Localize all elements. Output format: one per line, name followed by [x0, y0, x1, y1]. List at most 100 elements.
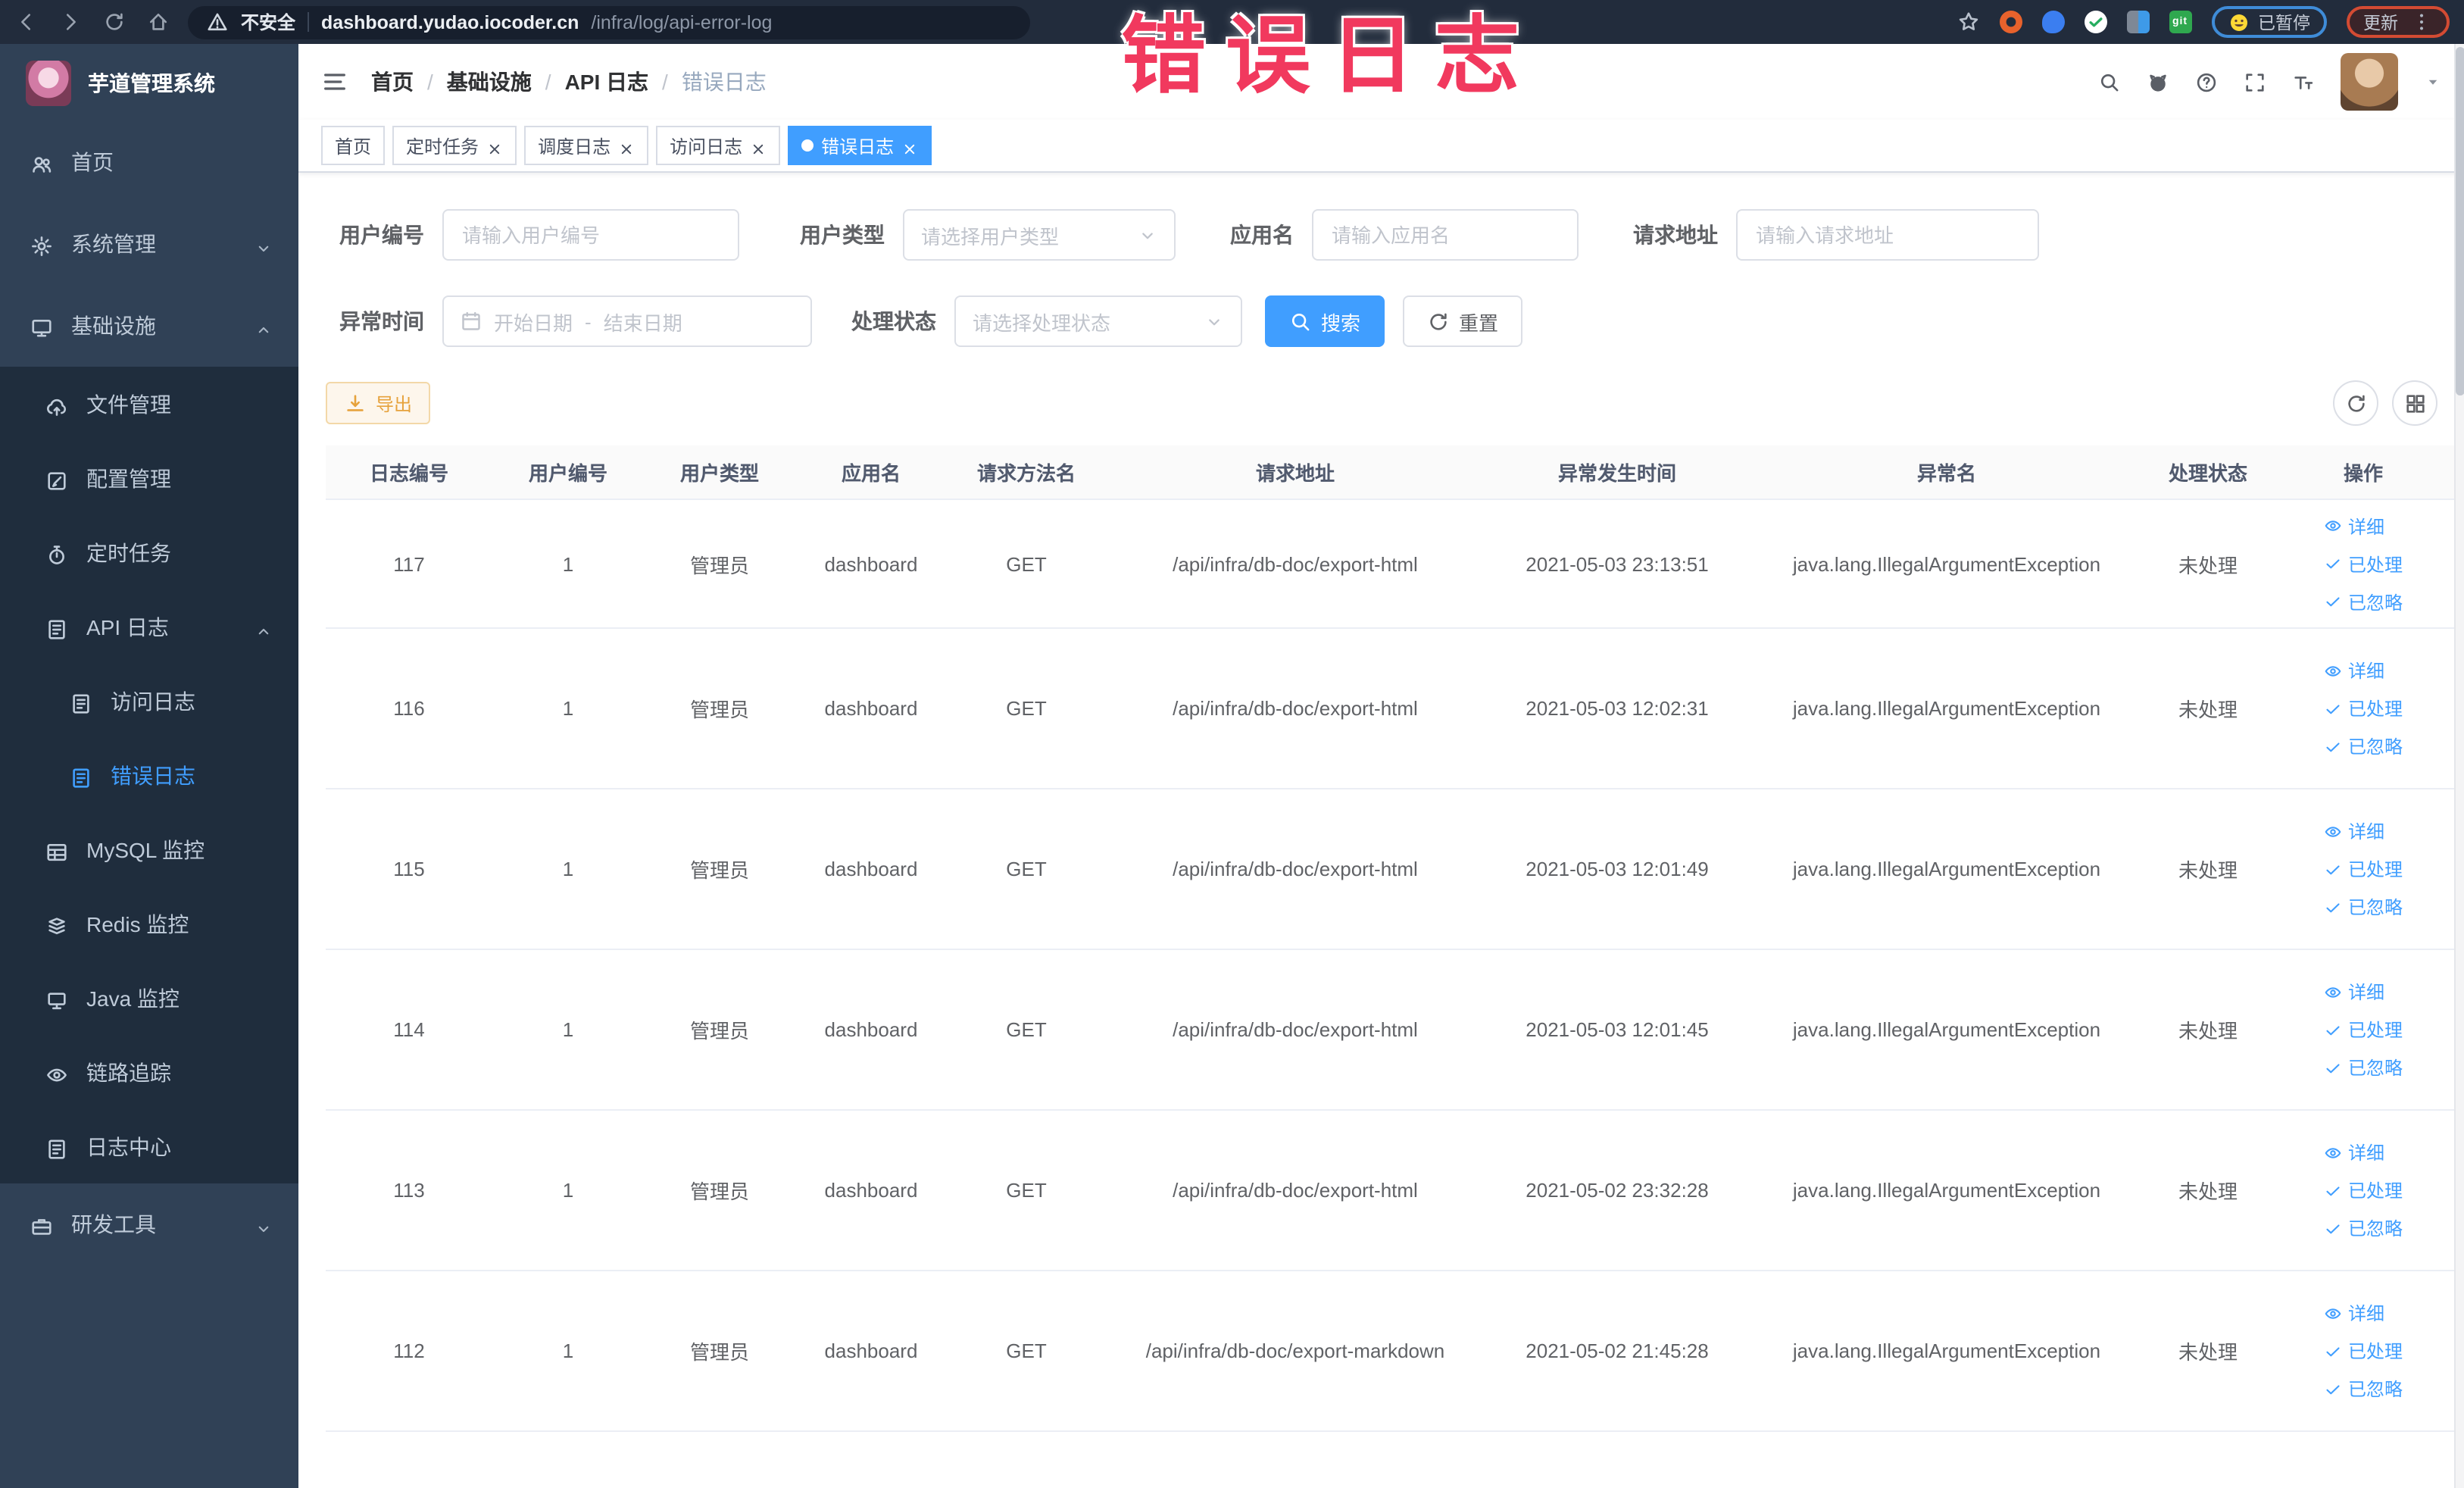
font-size-icon[interactable] [2292, 70, 2315, 93]
sidebar-logo[interactable]: 芋道管理系统 [0, 44, 298, 121]
extension-orange-icon[interactable] [1999, 11, 2022, 33]
home-icon[interactable] [147, 11, 170, 33]
main-area: 首页 / 基础设施 / API 日志 / 错误日志 首页 定时任务 调度日志 访问日志 错误日志 用… [298, 44, 2464, 1488]
sidebar-item-7[interactable]: 访问日志 [0, 664, 298, 738]
chevron-down-icon[interactable] [2424, 73, 2442, 91]
browser-menu-icon[interactable] [2410, 11, 2433, 33]
forward-icon[interactable] [59, 11, 82, 33]
detail-link[interactable]: 详细 [2324, 1300, 2384, 1326]
processed-link[interactable]: 已处理 [2324, 696, 2403, 721]
processed-link[interactable]: 已处理 [2324, 1338, 2403, 1364]
breadcrumb-item-2[interactable]: API 日志 [565, 67, 648, 97]
export-button[interactable]: 导出 [326, 382, 431, 424]
tab-4[interactable]: 错误日志 [788, 126, 932, 165]
column-settings-button[interactable] [2392, 380, 2437, 426]
tab-1[interactable]: 定时任务 [392, 126, 517, 165]
tab-3[interactable]: 访问日志 [656, 126, 781, 165]
sidebar-item-6[interactable]: API 日志 [0, 589, 298, 664]
back-icon[interactable] [15, 11, 38, 33]
detail-link[interactable]: 详细 [2324, 979, 2384, 1005]
emoji-face-icon [2229, 13, 2247, 31]
sidebar-item-10[interactable]: Redis 监控 [0, 886, 298, 961]
ignored-link[interactable]: 已忽略 [2324, 1055, 2403, 1080]
sidebar-item-8[interactable]: 错误日志 [0, 738, 298, 812]
sidebar-item-1[interactable]: 系统管理 [0, 203, 298, 285]
close-icon[interactable] [618, 137, 635, 154]
page-scrollbar[interactable] [2454, 44, 2464, 1488]
close-icon[interactable] [901, 137, 918, 154]
sidebar-item-5[interactable]: 定时任务 [0, 515, 298, 589]
request-url-label: 请求地址 [1633, 223, 1718, 247]
extension-check-icon[interactable] [2084, 11, 2106, 33]
refresh-table-button[interactable] [2333, 380, 2378, 426]
close-icon[interactable] [750, 137, 767, 154]
sidebar-item-12[interactable]: 链路追踪 [0, 1035, 298, 1109]
breadcrumb-item-0[interactable]: 首页 [371, 67, 414, 97]
tab-0[interactable]: 首页 [321, 126, 386, 165]
extension-git-icon[interactable]: git [2169, 11, 2191, 33]
detail-link[interactable]: 详细 [2324, 1139, 2384, 1165]
header-search-icon[interactable] [2098, 70, 2121, 93]
ignored-link[interactable]: 已忽略 [2324, 589, 2403, 614]
sidebar-item-label: Redis 监控 [86, 911, 189, 936]
sidebar-item-11[interactable]: Java 监控 [0, 961, 298, 1035]
sidebar-item-13[interactable]: 日志中心 [0, 1109, 298, 1183]
tab-2[interactable]: 调度日志 [524, 126, 649, 165]
ignored-link[interactable]: 已忽略 [2324, 1376, 2403, 1402]
date-range-picker[interactable]: 开始日期 - 结束日期 [442, 295, 812, 347]
ignored-link[interactable]: 已忽略 [2324, 733, 2403, 759]
table-row-0: 117 1 管理员 dashboard GET/api/infra/db-doc/exp… [326, 499, 2454, 629]
chevdown-icon [258, 1227, 269, 1233]
fullscreen-icon[interactable] [2244, 70, 2266, 93]
help-icon[interactable] [2195, 70, 2218, 93]
action-label: 已忽略 [2347, 1058, 2403, 1079]
sidebar-item-label: 日志中心 [86, 1134, 171, 1158]
avatar[interactable] [2341, 53, 2398, 111]
process-status-select[interactable]: 请选择处理状态 [954, 295, 1242, 347]
cell-user_id: 1 [492, 1271, 644, 1432]
app-name-input[interactable] [1312, 209, 1579, 261]
detail-link[interactable]: 详细 [2324, 818, 2384, 844]
breadcrumb-item-1[interactable]: 基础设施 [447, 67, 532, 97]
hamburger-icon[interactable] [321, 68, 348, 95]
cell-exception: java.lang.IllegalArgumentException [1750, 1110, 2144, 1271]
ignored-link[interactable]: 已忽略 [2324, 1215, 2403, 1241]
cell-id: 113 [326, 1110, 492, 1271]
sidebar-item-9[interactable]: MySQL 监控 [0, 812, 298, 886]
search-button[interactable]: 搜索 [1265, 295, 1385, 347]
sidebar-item-2[interactable]: 基础设施 [0, 285, 298, 367]
github-icon[interactable] [2147, 70, 2169, 93]
cell-actions: 详细 已处理 已忽略 [2272, 628, 2454, 789]
processed-link[interactable]: 已处理 [2324, 856, 2403, 882]
user-type-select[interactable]: 请选择用户类型 [903, 209, 1176, 261]
close-icon[interactable] [486, 137, 503, 154]
request-url-input[interactable] [1736, 209, 2039, 261]
processed-link[interactable]: 已处理 [2324, 1177, 2403, 1203]
sidebar-item-0[interactable]: 首页 [0, 121, 298, 203]
cell-url: /api/infra/db-doc/export-html [1106, 949, 1485, 1111]
sidebar-item-4[interactable]: 配置管理 [0, 441, 298, 515]
timer-icon [49, 545, 64, 564]
table-row-5: 112 1 管理员 dashboard GET/api/infra/db-doc/exp… [326, 1271, 2454, 1432]
paused-badge[interactable]: 已暂停 [2211, 6, 2327, 38]
processed-link[interactable]: 已处理 [2324, 1017, 2403, 1043]
detail-link[interactable]: 详细 [2324, 658, 2384, 683]
scrollbar-thumb[interactable] [2456, 47, 2464, 395]
user-id-input[interactable] [442, 209, 739, 261]
sidebar-item-14[interactable]: 研发工具 [0, 1183, 298, 1265]
reload-icon[interactable] [103, 11, 126, 33]
extension-grid-icon[interactable] [2126, 11, 2149, 33]
sidebar-item-3[interactable]: 文件管理 [0, 367, 298, 441]
extension-blue-icon[interactable] [2041, 11, 2064, 33]
reset-button[interactable]: 重置 [1403, 295, 1523, 347]
cell-url: /api/infra/db-doc/export-html [1106, 499, 1485, 629]
table-toolbar: 导出 [326, 380, 2437, 426]
update-button[interactable]: 更新 [2347, 6, 2450, 38]
address-bar[interactable]: 不安全 dashboard.yudao.iocoder.cn/infra/log… [188, 5, 1030, 39]
processed-link[interactable]: 已处理 [2324, 551, 2403, 577]
navbar: 首页 / 基础设施 / API 日志 / 错误日志 [298, 44, 2464, 120]
paused-label: 已暂停 [2258, 14, 2310, 33]
ignored-link[interactable]: 已忽略 [2324, 894, 2403, 920]
detail-link[interactable]: 详细 [2324, 513, 2384, 539]
bookmark-star-icon[interactable] [1957, 11, 1979, 33]
